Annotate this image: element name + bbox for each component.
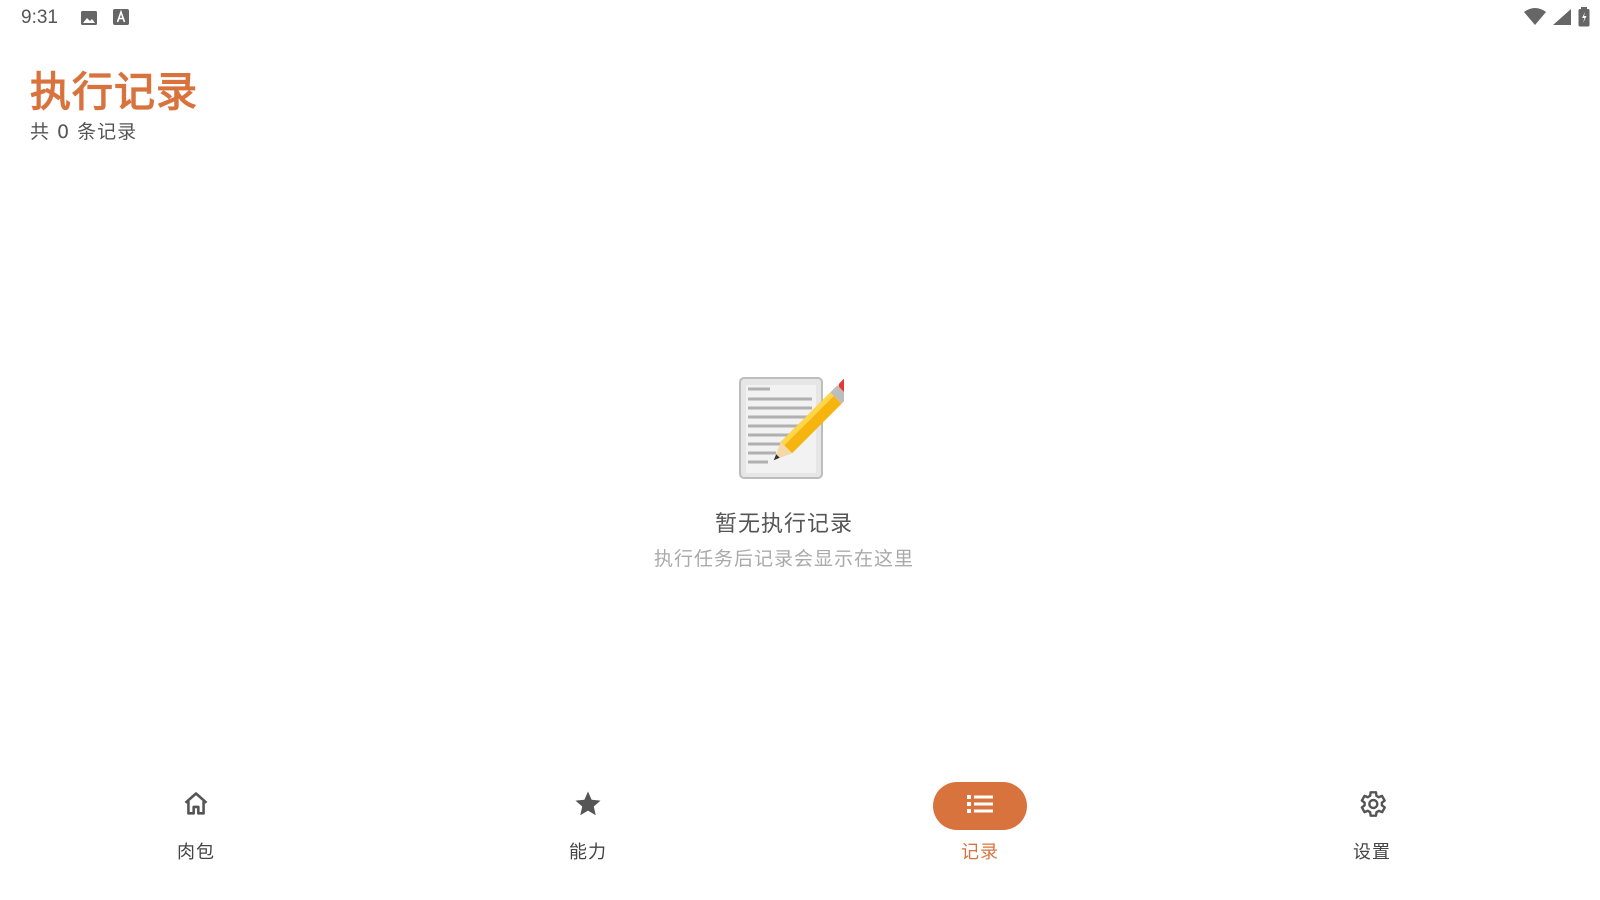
nav-item-records[interactable]: 记录 — [784, 770, 1176, 900]
nav-item-home[interactable]: 肉包 — [0, 770, 392, 900]
battery-icon — [1578, 7, 1590, 31]
nav-pill-abilities — [541, 782, 635, 830]
nav-label-settings: 设置 — [1353, 842, 1391, 863]
empty-description: 执行任务后记录会显示在这里 — [653, 548, 914, 570]
nav-pill-records — [933, 782, 1027, 830]
record-count: 共 0 条记录 — [30, 121, 138, 143]
empty-title: 暂无执行记录 — [714, 512, 853, 537]
status-right-icons — [1524, 7, 1590, 31]
bottom-nav: 肉包 能力 记录 设置 — [0, 770, 1568, 900]
status-time: 9:31 — [21, 7, 58, 28]
nav-item-settings[interactable]: 设置 — [1176, 770, 1568, 900]
nav-item-abilities[interactable]: 能力 — [392, 770, 784, 900]
gear-icon — [1356, 788, 1388, 824]
nav-label-records: 记录 — [961, 842, 999, 863]
star-icon — [573, 789, 603, 823]
nav-label-abilities: 能力 — [569, 842, 607, 863]
wifi-icon — [1524, 8, 1546, 30]
status-bar: 9:31 — [0, 0, 1600, 36]
nav-pill-settings — [1325, 782, 1419, 830]
nav-label-home: 肉包 — [177, 842, 215, 863]
nav-pill-home — [149, 782, 243, 830]
image-icon — [80, 9, 98, 27]
home-icon — [182, 790, 210, 822]
a-icon — [113, 9, 131, 27]
signal-icon — [1552, 8, 1572, 30]
list-icon — [965, 792, 995, 820]
empty-state: 暂无执行记录 执行任务后记录会显示在这里 — [0, 370, 1568, 571]
page-title: 执行记录 — [30, 68, 198, 116]
memo-pencil-icon — [724, 370, 856, 490]
